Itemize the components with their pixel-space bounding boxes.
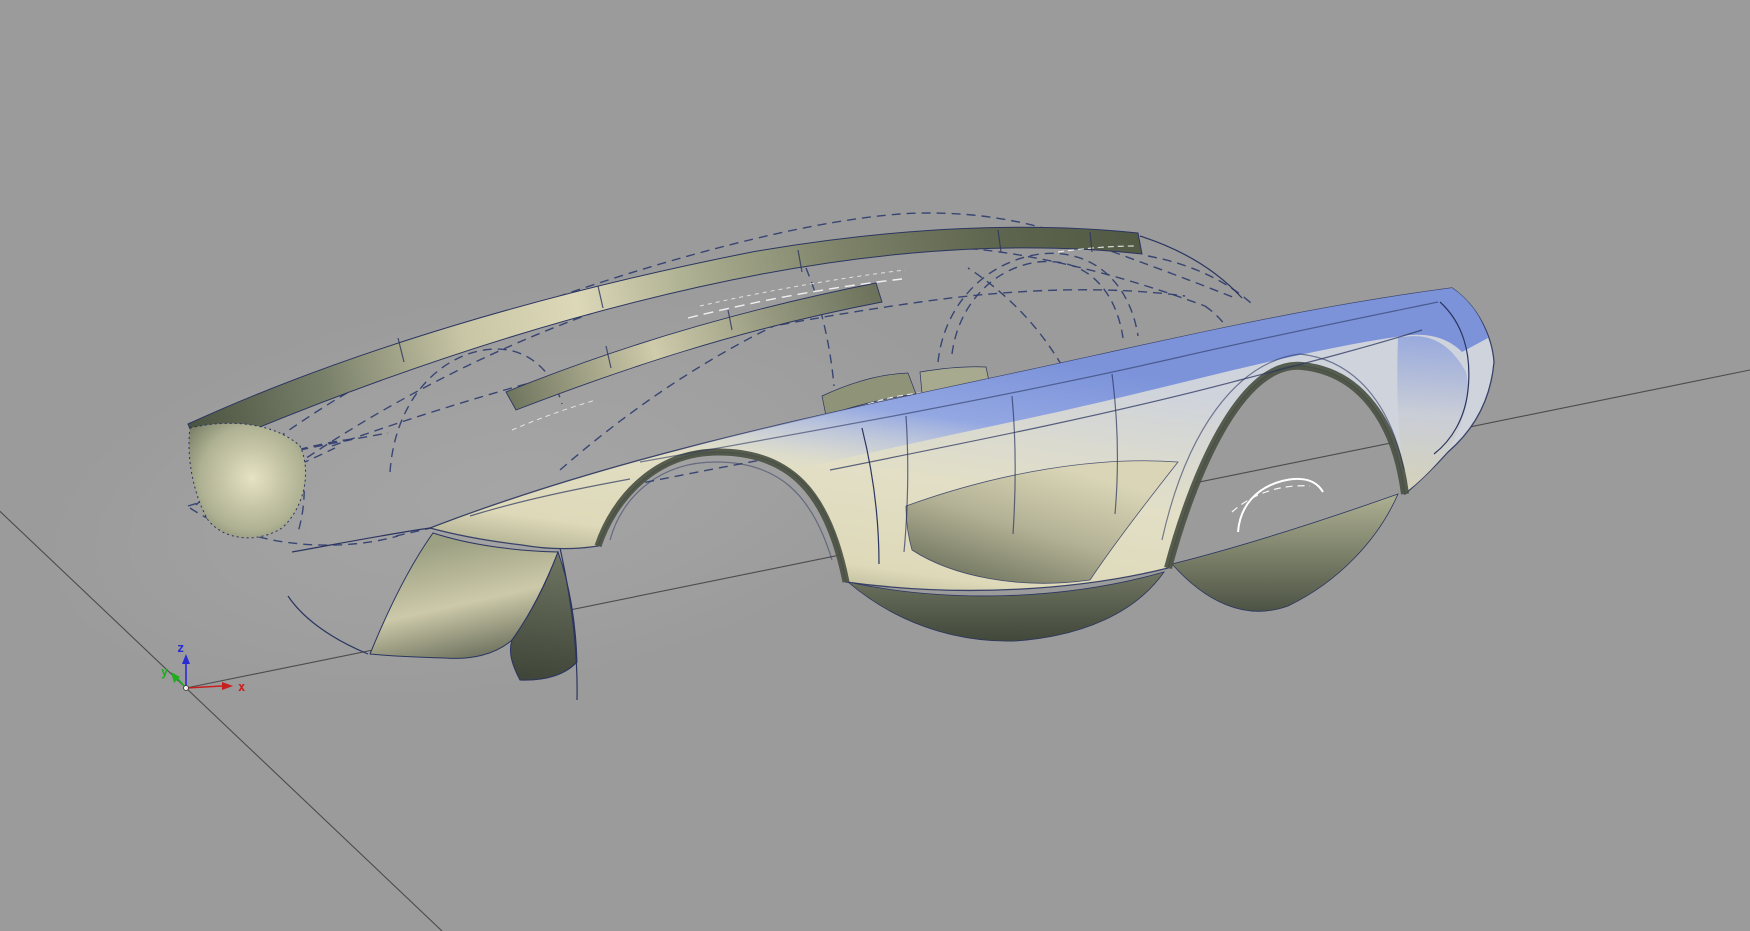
z-axis-label: z [177,641,184,655]
x-axis-label: x [238,680,245,694]
origin-marker [184,686,189,691]
rear-lower-surface[interactable] [1172,494,1398,611]
highlight-curve[interactable] [1232,486,1310,512]
y-axis-label: y [161,665,168,679]
construction-curve[interactable] [968,268,1062,366]
viewport-canvas[interactable]: x y z [0,0,1750,931]
3d-viewport[interactable]: x y z [0,0,1750,931]
